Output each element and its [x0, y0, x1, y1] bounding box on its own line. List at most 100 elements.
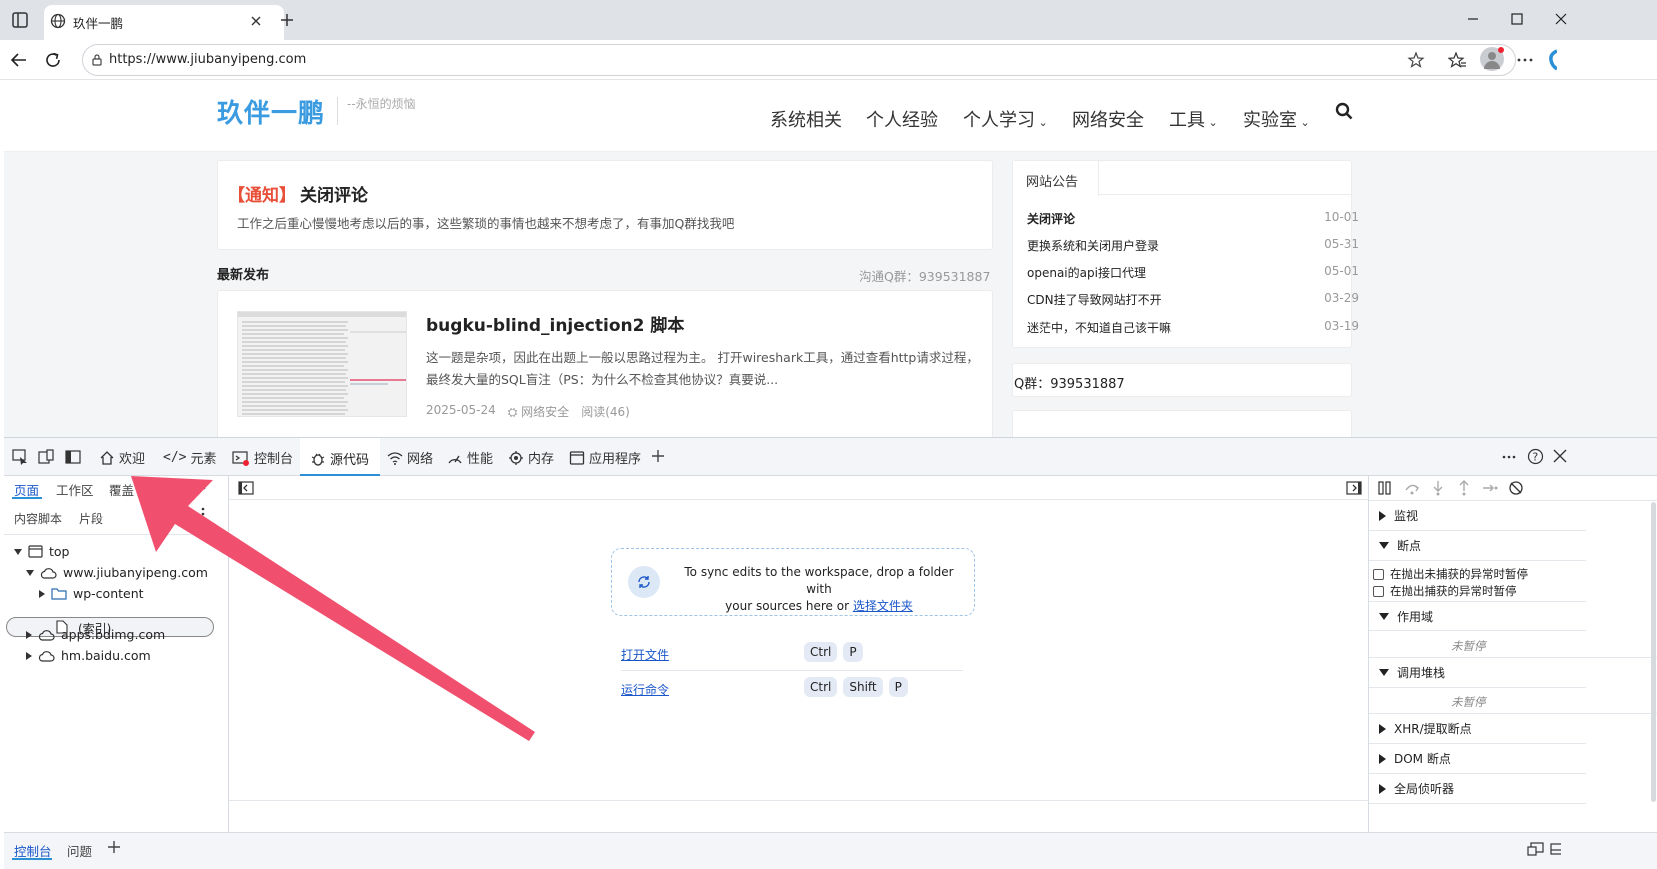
search-icon[interactable]	[1335, 102, 1353, 120]
tree-item-folder[interactable]: wp-content	[39, 586, 144, 601]
tab-sources[interactable]: 源代码	[300, 438, 380, 476]
step-into-icon[interactable]	[1430, 480, 1446, 496]
nav-item-tools[interactable]: 工具 ⌄	[1169, 106, 1218, 132]
nav-item-learning[interactable]: 个人学习 ⌄	[963, 106, 1048, 132]
checkbox[interactable]	[1373, 568, 1384, 580]
cloud-icon	[40, 567, 57, 579]
tab-actions-icon[interactable]	[12, 12, 28, 28]
minimize-icon[interactable]	[1466, 12, 1480, 26]
nav-tab-content-scripts[interactable]: 内容脚本	[14, 510, 62, 527]
more-menu-icon[interactable]	[1516, 51, 1534, 69]
site-logo[interactable]: 玖伴一鹏	[217, 93, 325, 130]
tab-elements[interactable]: </> 元素	[163, 448, 217, 467]
tab-performance[interactable]: 性能	[447, 448, 493, 467]
close-tab-icon[interactable]	[250, 15, 262, 27]
nav-tab-workspace[interactable]: 工作区	[56, 480, 94, 499]
tab-welcome[interactable]: 欢迎	[99, 448, 145, 467]
post-category[interactable]: ⛭ 网络安全	[508, 403, 569, 420]
sidebar-card	[1012, 410, 1352, 437]
workspace-drop-zone[interactable]: To sync edits to the workspace, drop a f…	[611, 548, 975, 616]
announcement-item[interactable]: openai的api接口代理 05-01	[1027, 264, 1359, 281]
pause-uncaught-option[interactable]: 在抛出未捕获的异常时暂停	[1373, 566, 1528, 582]
section-breakpoints[interactable]: 断点	[1369, 531, 1586, 561]
nav-item-security[interactable]: 网络安全	[1072, 106, 1144, 132]
nav-tab-overrides[interactable]: 覆盖	[109, 480, 134, 499]
open-file-link[interactable]: 打开文件	[621, 646, 669, 663]
step-over-icon[interactable]	[1404, 480, 1420, 496]
reload-icon[interactable]	[44, 51, 62, 69]
favorites-icon[interactable]	[1448, 51, 1466, 69]
copilot-icon[interactable]	[1548, 49, 1557, 71]
expand-arrow-icon	[1379, 669, 1389, 676]
announcement-item[interactable]: 更换系统和关闭用户登录 05-31	[1027, 237, 1359, 254]
collapse-arrow-icon	[26, 630, 32, 639]
announcement-item[interactable]: CDN挂了导致网站打不开 03-29	[1027, 291, 1359, 308]
back-icon[interactable]	[10, 51, 28, 69]
tree-item-domain[interactable]: www.jiubanyipeng.com	[26, 565, 208, 580]
undock-drawer-icon[interactable]	[1527, 842, 1544, 856]
tree-item-top[interactable]: top	[14, 544, 69, 559]
nav-item-lab[interactable]: 实验室 ⌄	[1243, 106, 1310, 132]
drawer-add-icon[interactable]	[107, 840, 121, 854]
section-watch[interactable]: 监视	[1369, 501, 1586, 531]
pause-icon[interactable]	[1377, 480, 1393, 496]
section-xhr-breakpoints[interactable]: XHR/提取断点	[1369, 714, 1586, 744]
profile-avatar[interactable]	[1480, 47, 1504, 71]
tree-item-domain[interactable]: hm.baidu.com	[26, 648, 151, 663]
announcement-item[interactable]: 迷茫中，不知道自己该干嘛 03-19	[1027, 319, 1359, 336]
tab-memory[interactable]: 内存	[508, 448, 554, 467]
post-meta: 2025-05-24 ⛭ 网络安全 阅读(46)	[426, 403, 630, 420]
drawer-tab-issues[interactable]: 问题	[67, 841, 92, 860]
tab-application[interactable]: 应用程序	[569, 448, 641, 467]
section-dom-breakpoints[interactable]: DOM 断点	[1369, 744, 1586, 774]
section-call-stack[interactable]: 调用堆栈	[1369, 658, 1586, 688]
toggle-debugger-icon[interactable]	[1346, 481, 1362, 495]
toggle-navigator-icon[interactable]	[238, 481, 254, 495]
notice-title[interactable]: 关闭评论	[300, 186, 368, 206]
device-emulation-icon[interactable]	[38, 449, 54, 465]
site-info-icon[interactable]	[90, 53, 104, 67]
site-header: 玖伴一鹏 --永恒的烦恼 系统相关 个人经验 个人学习 ⌄ 网络安全 工具 ⌄ …	[4, 80, 1657, 152]
inspect-icon[interactable]	[12, 449, 28, 465]
new-tab-icon[interactable]	[279, 12, 295, 28]
tree-item-domain[interactable]: apps.bdimg.com	[26, 627, 165, 642]
browser-tab-bar: 玖伴一鹏	[0, 0, 1657, 40]
devtools-menu-icon[interactable]	[1501, 449, 1517, 465]
divider	[229, 800, 1439, 801]
tab-network[interactable]: 网络	[387, 448, 433, 467]
deactivate-breakpoints-icon[interactable]	[1508, 480, 1524, 496]
checkbox[interactable]	[1373, 585, 1384, 597]
step-out-icon[interactable]	[1456, 480, 1472, 496]
post-excerpt: 这一题是杂项，因此在出题上一般以思路过程为主。 打开wireshark工具，通过…	[426, 350, 979, 387]
browser-tab[interactable]: 玖伴一鹏	[44, 5, 284, 40]
close-drawer-icon[interactable]	[1550, 842, 1561, 856]
tab-console[interactable]: 控制台	[232, 448, 293, 467]
close-devtools-icon[interactable]	[1553, 449, 1567, 463]
collapse-chevron-icon[interactable]	[195, 482, 207, 492]
code-tag-icon: </>	[163, 450, 187, 465]
favorite-star-icon[interactable]	[1407, 51, 1425, 69]
step-icon[interactable]	[1482, 480, 1498, 496]
announcement-tab[interactable]: 网站公告	[1013, 161, 1099, 196]
run-command-link[interactable]: 运行命令	[621, 681, 669, 698]
close-window-icon[interactable]	[1554, 12, 1568, 26]
maximize-icon[interactable]	[1510, 12, 1524, 26]
section-scope[interactable]: 作用域	[1369, 601, 1586, 631]
scrollbar[interactable]	[1651, 502, 1657, 802]
nav-item-experience[interactable]: 个人经验	[866, 106, 938, 132]
pause-caught-option[interactable]: 在抛出捕获的异常时暂停	[1373, 583, 1517, 599]
url-field[interactable]: https://www.jiubanyipeng.com	[82, 44, 1516, 76]
help-icon[interactable]: ?	[1527, 448, 1544, 465]
dock-sidebar-icon[interactable]	[65, 449, 81, 465]
nav-item-system[interactable]: 系统相关	[770, 106, 842, 132]
select-folder-link[interactable]: 选择文件夹	[853, 599, 913, 613]
expand-arrow-icon	[1379, 612, 1389, 620]
post-thumbnail[interactable]	[237, 311, 407, 417]
announcement-item[interactable]: 关闭评论 10-01	[1027, 210, 1359, 227]
post-title[interactable]: bugku-blind_injection2 脚本	[426, 311, 684, 336]
section-global-listeners[interactable]: 全局侦听器	[1369, 774, 1586, 804]
more-tools-add-icon[interactable]	[651, 449, 665, 463]
collapse-arrow-icon	[1379, 510, 1386, 521]
navigator-menu-icon[interactable]	[200, 506, 206, 522]
nav-tab-snippets[interactable]: 片段	[79, 510, 103, 527]
